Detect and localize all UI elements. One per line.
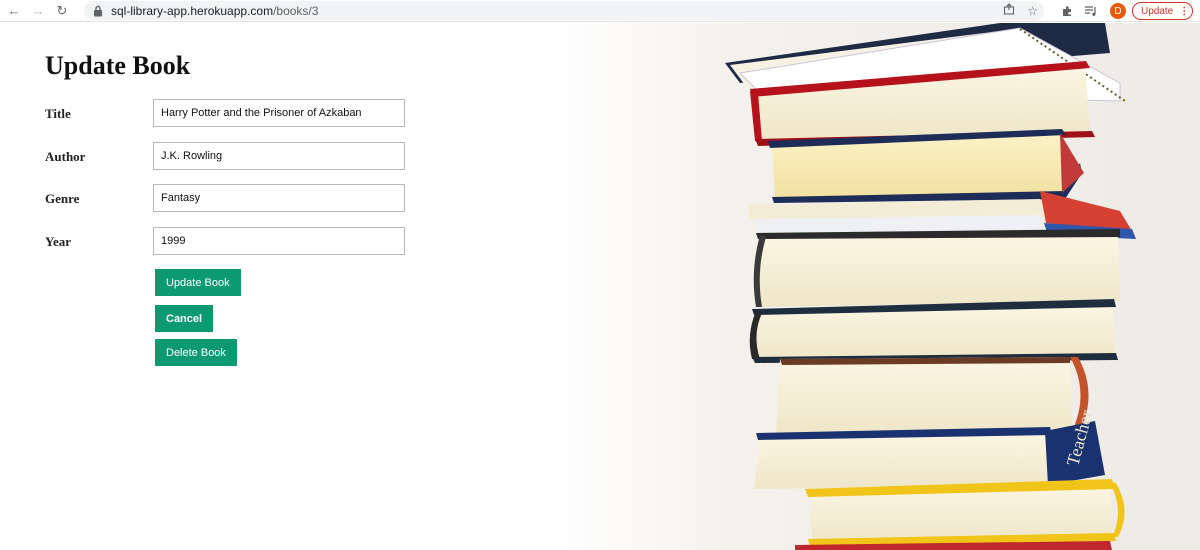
- browser-update-label: Update: [1141, 5, 1174, 17]
- book-stack-image: Teacher: [725, 23, 1136, 550]
- author-input[interactable]: [153, 142, 405, 170]
- cancel-button[interactable]: Cancel: [155, 305, 214, 332]
- page-title: Update Book: [45, 51, 191, 80]
- title-field-row: Title: [45, 99, 415, 129]
- year-input[interactable]: [153, 227, 405, 255]
- extensions-icon[interactable]: [1058, 2, 1076, 20]
- back-arrow-icon[interactable]: ←: [4, 1, 24, 21]
- genre-input[interactable]: [153, 184, 405, 212]
- genre-field-row: Genre: [45, 184, 415, 214]
- author-field-row: Author: [45, 142, 415, 172]
- url-text[interactable]: sql-library-app.herokuapp.com/books/3: [111, 4, 318, 18]
- star-icon[interactable]: ☆: [1027, 4, 1038, 18]
- year-field-row: Year: [45, 227, 415, 257]
- reload-icon[interactable]: ↻: [52, 1, 72, 21]
- share-icon[interactable]: [1003, 3, 1015, 18]
- page-content: Update Book Title Author Genre Year Upda…: [0, 23, 1200, 550]
- url-path: /books/3: [273, 3, 319, 18]
- media-icon[interactable]: [1082, 2, 1100, 20]
- address-bar[interactable]: sql-library-app.herokuapp.com/books/3 ☆: [84, 1, 1044, 20]
- author-label: Author: [45, 149, 86, 164]
- title-input[interactable]: [153, 99, 405, 127]
- year-label: Year: [45, 234, 71, 249]
- update-book-button[interactable]: Update Book: [155, 269, 241, 296]
- browser-toolbar: ← → ↻ sql-library-app.herokuapp.com/book…: [0, 0, 1200, 22]
- profile-avatar[interactable]: D: [1110, 3, 1126, 19]
- url-host: sql-library-app.herokuapp.com: [111, 3, 274, 18]
- forward-arrow-icon[interactable]: →: [28, 1, 48, 21]
- browser-update-button[interactable]: Update ⋮: [1132, 2, 1194, 20]
- title-label: Title: [45, 106, 71, 121]
- more-icon[interactable]: ⋮: [1179, 6, 1189, 17]
- delete-book-button[interactable]: Delete Book: [155, 339, 237, 366]
- genre-label: Genre: [45, 191, 80, 206]
- lock-icon[interactable]: [93, 4, 105, 18]
